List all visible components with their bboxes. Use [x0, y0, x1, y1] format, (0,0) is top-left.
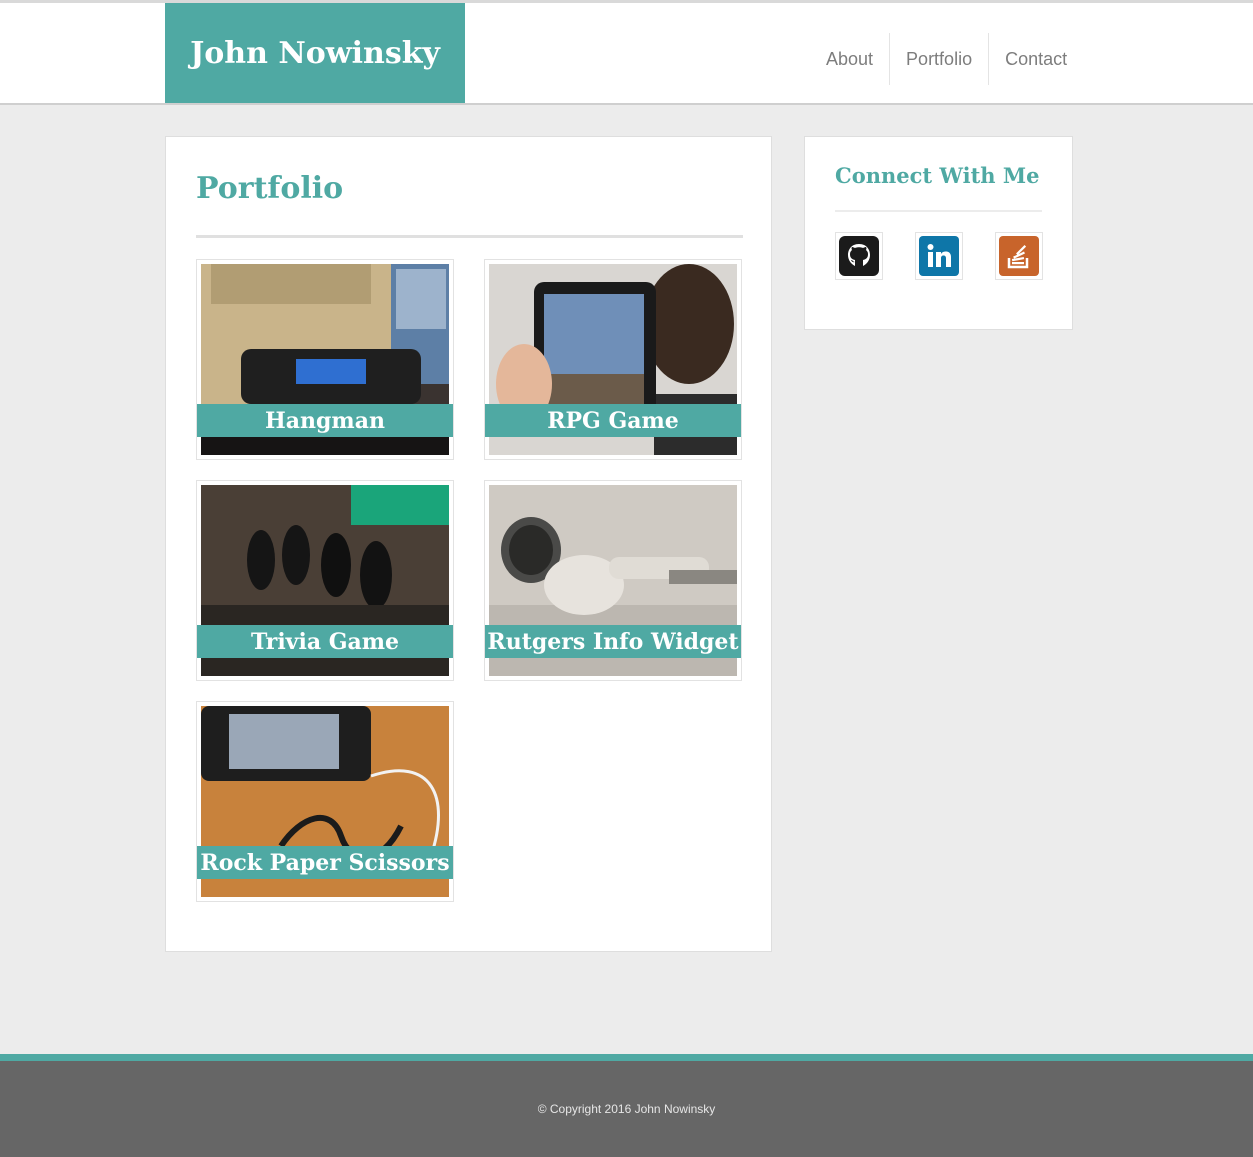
project-title: Hangman	[197, 404, 453, 437]
connect-divider	[835, 210, 1042, 212]
main-nav: About Portfolio Contact	[810, 33, 1083, 85]
github-icon[interactable]	[835, 232, 883, 280]
nav-about[interactable]: About	[810, 33, 889, 85]
site-header: John Nowinsky About Portfolio Contact	[0, 3, 1253, 105]
connect-panel: Connect With Me	[804, 136, 1073, 330]
project-card-rock-paper-scissors[interactable]: Rock Paper Scissors	[196, 701, 454, 902]
project-card-rutgers-info-widget[interactable]: Rutgers Info Widget	[484, 480, 742, 681]
site-footer: © Copyright 2016 John Nowinsky	[0, 1061, 1253, 1157]
project-title: Rutgers Info Widget	[485, 625, 741, 658]
footer-accent-bar	[0, 1054, 1253, 1061]
nav-contact[interactable]: Contact	[989, 33, 1083, 85]
stackoverflow-icon[interactable]	[995, 232, 1043, 280]
portfolio-panel: Portfolio Hangman RPG Game Trivia Game R…	[165, 136, 772, 952]
copyright-text: © Copyright 2016 John Nowinsky	[537, 1102, 716, 1116]
project-title: Trivia Game	[197, 625, 453, 658]
project-card-hangman[interactable]: Hangman	[196, 259, 454, 460]
project-card-trivia-game[interactable]: Trivia Game	[196, 480, 454, 681]
connect-title: Connect With Me	[835, 163, 1040, 188]
project-title: RPG Game	[485, 404, 741, 437]
title-divider	[196, 235, 743, 238]
project-card-rpg-game[interactable]: RPG Game	[484, 259, 742, 460]
linkedin-icon[interactable]	[915, 232, 963, 280]
page-title: Portfolio	[196, 171, 344, 206]
nav-portfolio[interactable]: Portfolio	[890, 33, 988, 85]
site-brand[interactable]: John Nowinsky	[165, 3, 465, 103]
project-title: Rock Paper Scissors	[197, 846, 453, 879]
